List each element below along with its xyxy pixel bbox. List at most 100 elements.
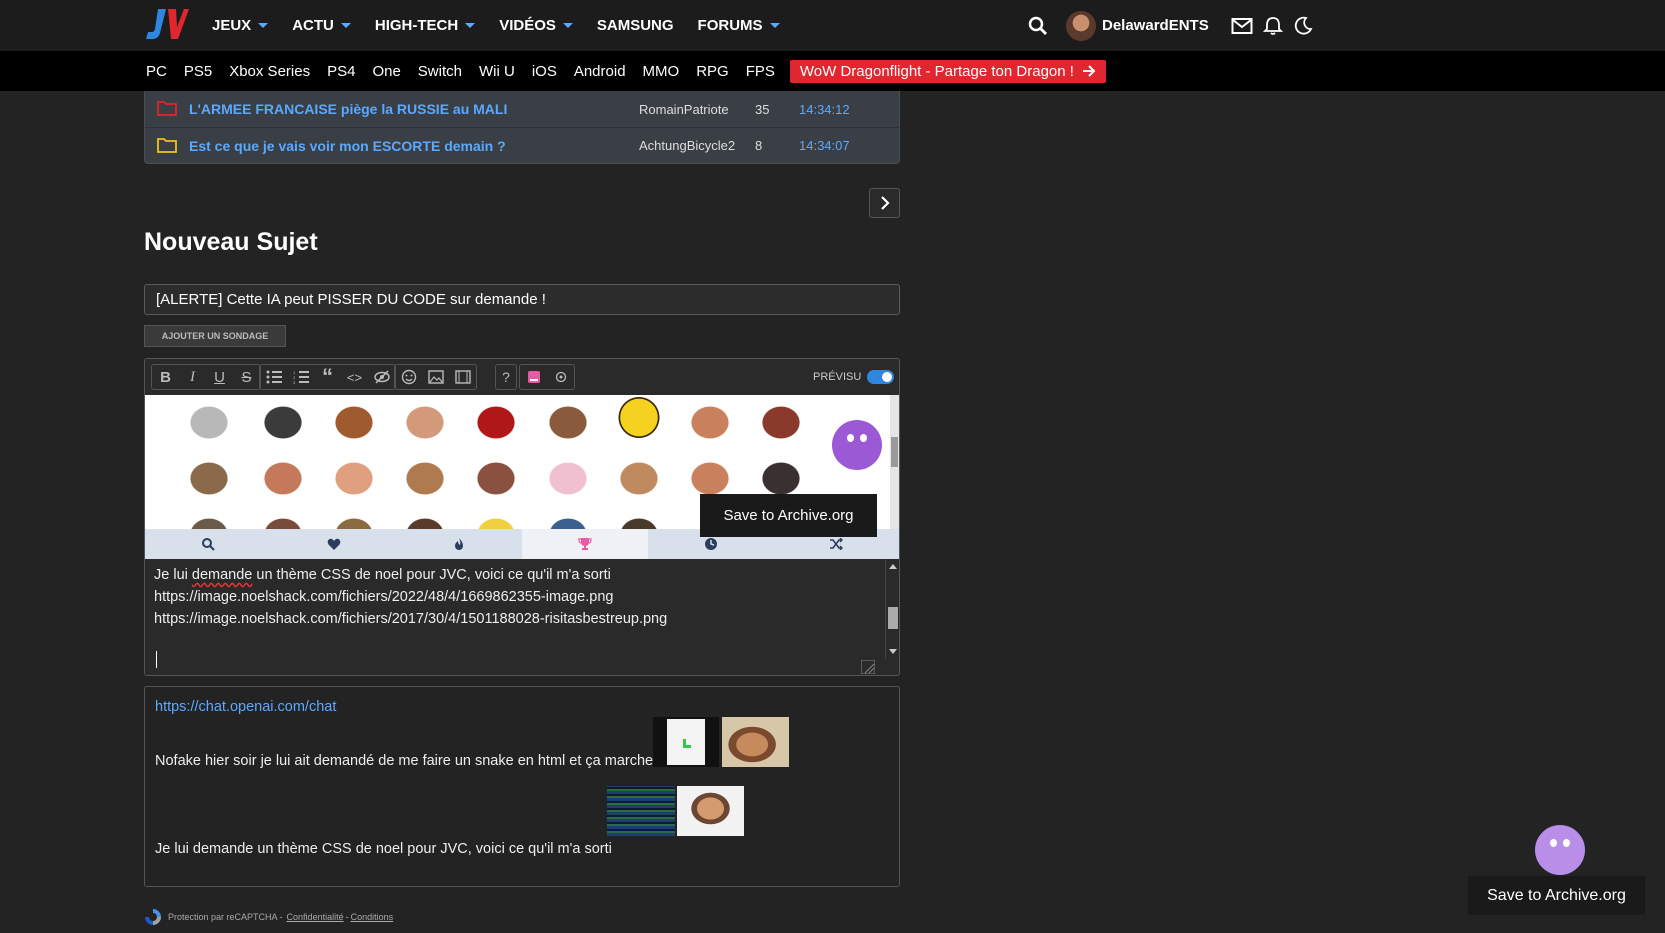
sticker-icon[interactable] — [520, 365, 547, 389]
platform-item-11[interactable]: FPS — [746, 63, 775, 80]
save-to-archive-button[interactable]: Save to Archive.org — [1468, 876, 1645, 915]
sticker-thumbnail[interactable] — [607, 395, 671, 445]
scroll-down-icon[interactable] — [889, 649, 897, 655]
textarea-scrollbar[interactable] — [885, 559, 899, 659]
topic-title[interactable]: L'ARMEE FRANCAISE piège la RUSSIE au MAL… — [189, 101, 507, 117]
sticker-tab-search[interactable] — [145, 529, 271, 559]
sticker-scrollbar[interactable] — [890, 395, 899, 529]
platform-item-0[interactable]: PC — [146, 63, 167, 80]
sticker-thumbnail[interactable] — [678, 395, 742, 445]
risitas-sticker-image[interactable] — [722, 717, 789, 767]
add-poll-button[interactable]: AJOUTER UN SONDAGE — [144, 325, 286, 347]
image-icon[interactable] — [422, 365, 449, 389]
preview-link[interactable]: https://chat.openai.com/chat — [155, 699, 336, 715]
strikethrough-icon[interactable]: S — [233, 365, 260, 389]
sticker-thumbnail[interactable] — [177, 451, 241, 501]
scroll-up-icon[interactable] — [889, 563, 897, 569]
numbered-list-icon[interactable]: 123 — [287, 365, 314, 389]
bell-icon[interactable] — [1262, 16, 1283, 36]
sticker-thumbnail[interactable] — [251, 395, 315, 445]
sticker-thumbnail[interactable] — [251, 451, 315, 501]
user-avatar[interactable] — [1066, 10, 1096, 41]
next-page-button[interactable] — [869, 188, 900, 218]
sticker-thumbnail[interactable] — [464, 507, 528, 529]
code-icon[interactable]: <> — [341, 365, 368, 389]
sticker-thumbnail[interactable] — [322, 451, 386, 501]
terms-link[interactable]: Conditions — [351, 912, 394, 922]
sticker-thumbnail[interactable] — [536, 451, 600, 501]
preview-toggle[interactable]: PRÉVISU — [813, 370, 895, 384]
sticker-thumbnail[interactable] — [464, 451, 528, 501]
sticker-tab-favorites[interactable] — [271, 529, 397, 559]
sticker-thumbnail[interactable] — [536, 507, 600, 529]
platform-item-1[interactable]: PS5 — [184, 63, 212, 80]
sticker-thumbnail[interactable] — [464, 395, 528, 445]
sticker-thumbnail[interactable] — [393, 451, 457, 501]
sticker-thumbnail[interactable] — [607, 451, 671, 501]
sticker-thumbnail[interactable] — [251, 507, 315, 529]
sticker-thumbnail[interactable] — [177, 395, 241, 445]
italic-icon[interactable]: I — [179, 365, 206, 389]
platform-item-4[interactable]: One — [372, 63, 400, 80]
bullet-list-icon[interactable] — [260, 365, 287, 389]
message-textarea[interactable]: Je lui demande un thème CSS de noel pour… — [145, 559, 885, 675]
sticker-thumbnail[interactable] — [322, 507, 386, 529]
quote-icon[interactable]: “ — [314, 364, 341, 389]
promo-banner-button[interactable]: WoW Dragonflight - Partage ton Dragon ! — [789, 59, 1106, 83]
risitas-best-image[interactable] — [677, 786, 744, 836]
jv-logo[interactable] — [144, 7, 189, 41]
textarea-scroll-thumb[interactable] — [888, 607, 898, 629]
mail-icon[interactable] — [1231, 17, 1253, 35]
topic-last-time[interactable]: 14:34:07 — [799, 138, 850, 153]
nav-item-4[interactable]: SAMSUNG — [597, 17, 674, 34]
topic-author[interactable]: AchtungBicycle2 — [639, 138, 735, 153]
nav-item-1[interactable]: ACTU — [292, 17, 351, 34]
sticker-tab-trending[interactable] — [396, 529, 522, 559]
css-theme-screenshot-image[interactable] — [607, 786, 675, 836]
smiley-icon[interactable] — [395, 365, 422, 389]
topic-row[interactable]: L'ARMEE FRANCAISE piège la RUSSIE au MAL… — [145, 91, 899, 127]
sticker-thumbnail[interactable] — [177, 507, 241, 529]
video-icon[interactable] — [449, 365, 476, 389]
topic-last-time[interactable]: 14:34:12 — [799, 102, 850, 117]
bold-icon[interactable]: B — [152, 365, 179, 389]
text-cursor — [156, 651, 157, 668]
platform-item-5[interactable]: Switch — [418, 63, 462, 80]
sticker-thumbnail[interactable] — [607, 507, 671, 529]
underline-icon[interactable]: U — [206, 365, 233, 389]
privacy-link[interactable]: Confidentialité — [287, 912, 344, 922]
search-icon[interactable] — [1028, 16, 1048, 36]
spoiler-icon[interactable] — [368, 365, 395, 389]
sticker-tab-top[interactable] — [522, 529, 648, 559]
platform-item-2[interactable]: Xbox Series — [229, 63, 310, 80]
topic-reply-count: 8 — [755, 138, 763, 153]
sticker-thumbnail[interactable] — [393, 507, 457, 529]
subject-input[interactable]: [ALERTE] Cette IA peut PISSER DU CODE su… — [144, 284, 900, 315]
username[interactable]: DelawardENTS — [1102, 17, 1209, 34]
platform-item-3[interactable]: PS4 — [327, 63, 355, 80]
help-icon[interactable]: ? — [496, 365, 516, 389]
settings-icon[interactable] — [547, 365, 574, 389]
sticker-thumbnail[interactable] — [393, 395, 457, 445]
platform-item-9[interactable]: MMO — [643, 63, 680, 80]
nav-item-5[interactable]: FORUMS — [698, 17, 780, 34]
snake-screenshot-image[interactable] — [653, 717, 719, 767]
nav-item-3[interactable]: VIDÉOS — [499, 17, 573, 34]
topic-author[interactable]: RomainPatriote — [639, 102, 729, 117]
topic-title[interactable]: Est ce que je vais voir mon ESCORTE dema… — [189, 138, 506, 154]
resize-handle-icon[interactable] — [861, 660, 875, 674]
sticker-thumbnail[interactable] — [749, 395, 813, 445]
preview-switch[interactable] — [867, 370, 895, 384]
sticker-thumbnail[interactable] — [536, 395, 600, 445]
platform-item-8[interactable]: Android — [574, 63, 626, 80]
platform-item-10[interactable]: RPG — [696, 63, 729, 80]
sticker-thumbnail[interactable] — [322, 395, 386, 445]
nav-item-2[interactable]: HIGH-TECH — [375, 17, 476, 34]
platform-item-7[interactable]: iOS — [532, 63, 557, 80]
nav-item-0[interactable]: JEUX — [212, 17, 269, 34]
archive-floating-mascot-icon[interactable] — [1535, 825, 1585, 875]
archive-extension-mascot-icon[interactable] — [832, 420, 882, 470]
dark-mode-icon[interactable] — [1293, 16, 1313, 36]
platform-item-6[interactable]: Wii U — [479, 63, 515, 80]
topic-row[interactable]: Est ce que je vais voir mon ESCORTE dema… — [145, 127, 899, 163]
